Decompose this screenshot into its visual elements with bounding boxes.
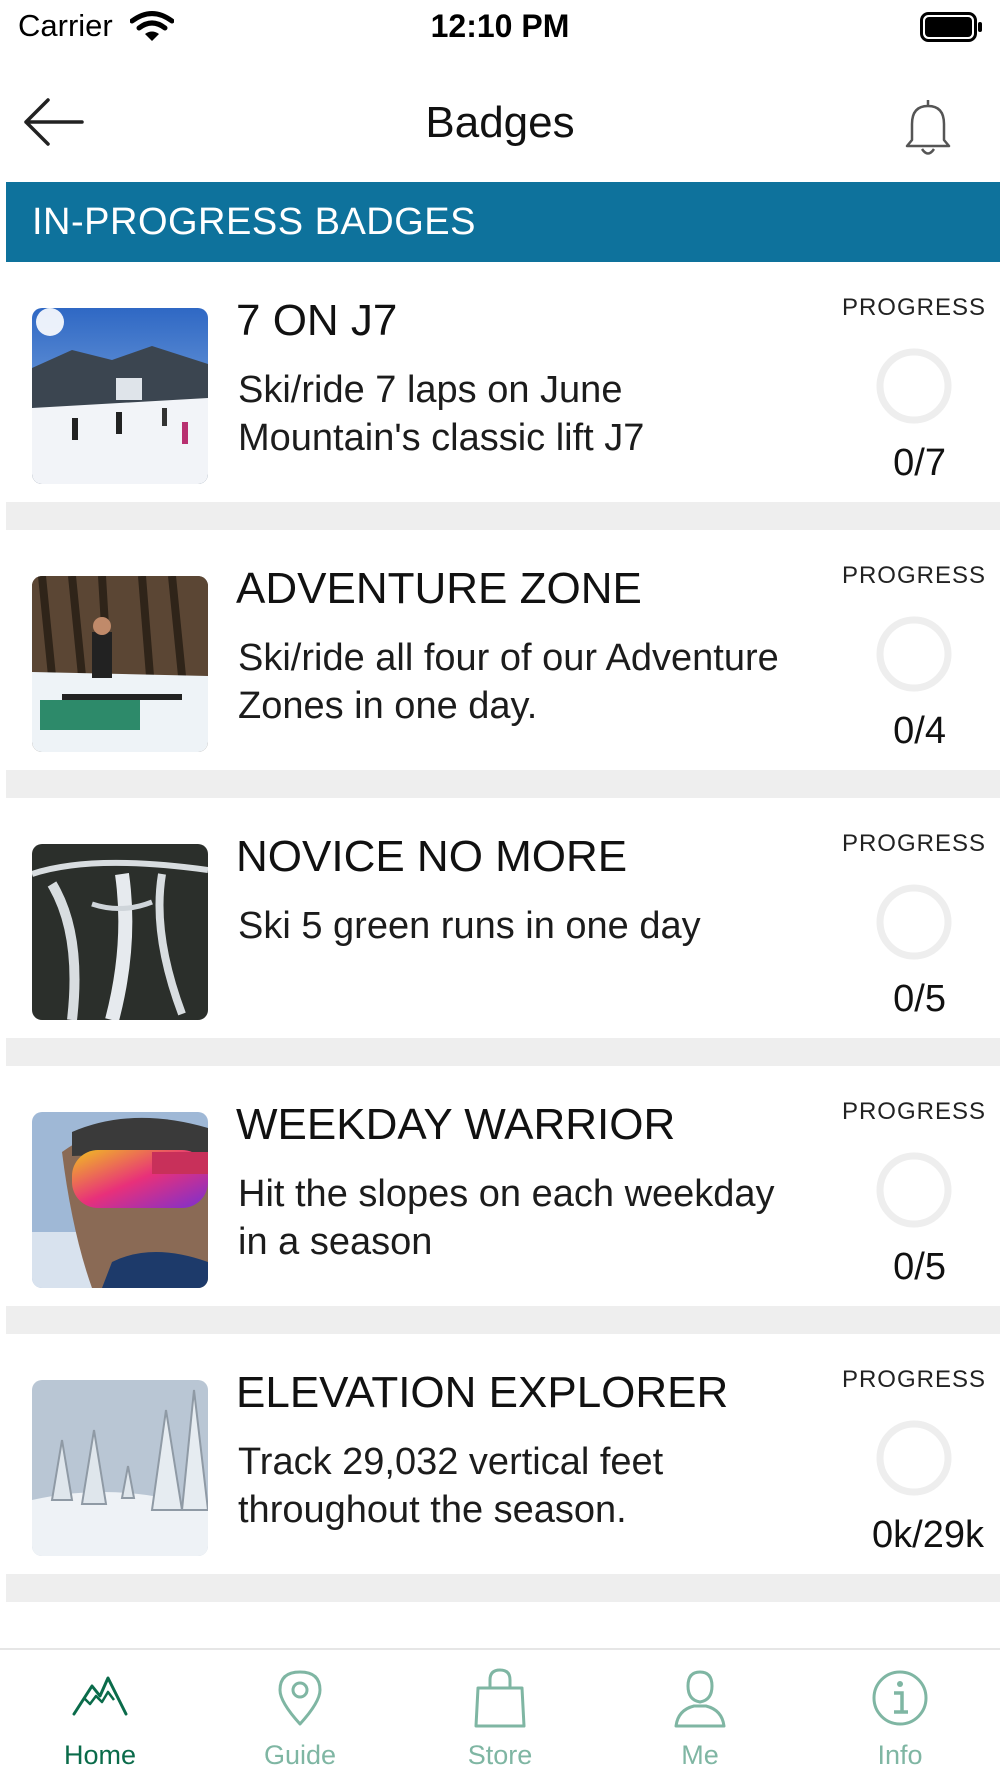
- info-icon: [872, 1670, 928, 1726]
- map-pin-icon: [278, 1670, 322, 1726]
- badge-description: Track 29,032 vertical feet throughout th…: [238, 1441, 664, 1531]
- progress-label: PROGRESS: [841, 562, 986, 589]
- badge-image-7-on-j7: [32, 308, 208, 484]
- section-title: IN-PROGRESS BADGES: [32, 201, 476, 243]
- nav-header: Badges: [0, 70, 1000, 180]
- tab-label: Info: [877, 1740, 923, 1770]
- badge-name: ELEVATION EXPLORER: [236, 1368, 729, 1417]
- badge-image-adventure-zone: [32, 576, 208, 752]
- badge-name: ADVENTURE ZONE: [236, 564, 642, 613]
- badge-image-elevation-explorer: [32, 1380, 208, 1556]
- tab-label: Store: [467, 1740, 533, 1770]
- mountain-icon: [72, 1676, 128, 1716]
- badge-card-novice-no-more[interactable]: NOVICE NO MORE Ski 5 green runs in one d…: [6, 798, 1000, 1038]
- badge-description: Hit the slopes on each weekday in a seas…: [238, 1173, 775, 1263]
- progress-ring: [876, 616, 952, 692]
- badges-screen: Carrier 12:10 PM Badges IN-PROGRESS BADG…: [0, 0, 1000, 1778]
- tab-label: Guide: [263, 1740, 337, 1770]
- badge-name: 7 ON J7: [236, 296, 398, 345]
- badge-card-elevation-explorer[interactable]: ELEVATION EXPLORER Track 29,032 vertical…: [6, 1334, 1000, 1574]
- tab-label: Home: [63, 1740, 137, 1770]
- progress-label: PROGRESS: [841, 294, 986, 321]
- tab-info[interactable]: Info: [800, 1650, 1000, 1778]
- shopping-bag-icon: [474, 1668, 526, 1728]
- progress-ring: [876, 1420, 952, 1496]
- bell-icon[interactable]: [898, 96, 958, 160]
- badge-list: 7 ON J7 Ski/ride 7 laps on June Mountain…: [6, 262, 1000, 1642]
- tab-guide[interactable]: Guide: [200, 1650, 400, 1778]
- progress-ring: [876, 348, 952, 424]
- tab-me[interactable]: Me: [600, 1650, 800, 1778]
- badge-name: WEEKDAY WARRIOR: [236, 1100, 676, 1149]
- progress-value: 0/7: [893, 442, 946, 484]
- progress-value: 0/4: [893, 710, 946, 752]
- progress-value: 0k/29k: [872, 1514, 984, 1556]
- badge-description: Ski/ride 7 laps on June Mountain's class…: [238, 369, 645, 459]
- status-time: 12:10 PM: [430, 8, 570, 44]
- badge-card-7-on-j7[interactable]: 7 ON J7 Ski/ride 7 laps on June Mountain…: [6, 262, 1000, 502]
- status-bar: Carrier 12:10 PM: [0, 0, 1000, 60]
- badge-image-weekday-warrior: [32, 1112, 208, 1288]
- tab-store[interactable]: Store: [400, 1650, 600, 1778]
- badge-card-adventure-zone[interactable]: ADVENTURE ZONE Ski/ride all four of our …: [6, 530, 1000, 770]
- tab-bar: Home Guide Store Me Info: [0, 1648, 1000, 1778]
- tab-home[interactable]: Home: [0, 1650, 200, 1778]
- badge-description: Ski/ride all four of our Adventure Zones…: [238, 637, 779, 727]
- badge-name: NOVICE NO MORE: [236, 832, 628, 881]
- badge-description: Ski 5 green runs in one day: [238, 905, 701, 947]
- progress-value: 0/5: [893, 978, 946, 1020]
- progress-label: PROGRESS: [841, 1098, 986, 1125]
- battery-icon: [920, 12, 982, 42]
- page-title: Badges: [425, 98, 575, 147]
- badge-card-weekday-warrior[interactable]: WEEKDAY WARRIOR Hit the slopes on each w…: [6, 1066, 1000, 1306]
- progress-label: PROGRESS: [841, 830, 986, 857]
- badge-image-novice-no-more: [32, 844, 208, 1020]
- progress-value: 0/5: [893, 1246, 946, 1288]
- person-icon: [674, 1670, 726, 1728]
- section-header: IN-PROGRESS BADGES: [6, 182, 1000, 262]
- progress-ring: [876, 1152, 952, 1228]
- badge-card-partial: [6, 1602, 1000, 1642]
- progress-label: PROGRESS: [841, 1366, 986, 1393]
- tab-label: Me: [681, 1740, 719, 1770]
- progress-ring: [876, 884, 952, 960]
